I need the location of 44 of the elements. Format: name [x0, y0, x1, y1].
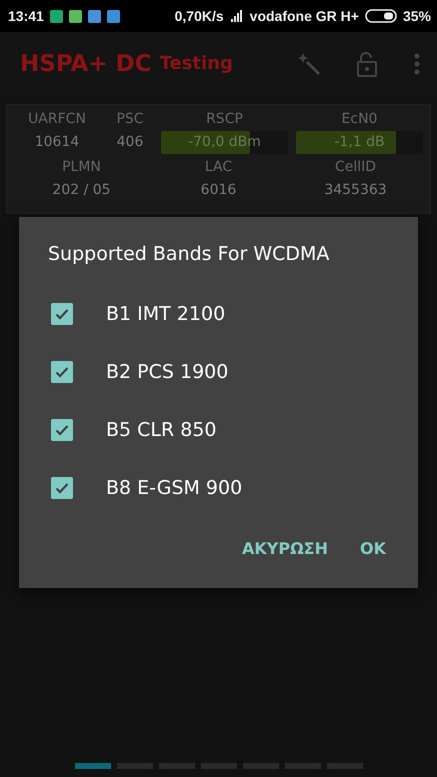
cell-value: 3455363 — [324, 181, 387, 200]
cell-value: 202 / 05 — [52, 181, 111, 200]
cell-value: 10614 — [34, 133, 80, 152]
meter-reading: -70,0 dBm — [187, 133, 262, 152]
page-indicator[interactable] — [326, 763, 362, 769]
column-label: PSC — [116, 111, 144, 127]
checkbox[interactable] — [51, 477, 73, 499]
option-label: B1 IMT 2100 — [106, 303, 226, 325]
app-subtitle: Testing — [160, 53, 233, 74]
signal-icon — [230, 9, 244, 23]
page-indicator[interactable] — [242, 763, 278, 769]
page-indicator[interactable] — [158, 763, 194, 769]
column-label: EcN0 — [342, 111, 378, 127]
network-speed: 0,70K/s — [174, 8, 224, 24]
page-indicator[interactable] — [200, 763, 236, 769]
app-title: HSPA+ DC — [20, 50, 152, 76]
notification-icon — [106, 10, 120, 22]
battery-icon — [364, 9, 397, 23]
column-label: UARFCN — [28, 111, 86, 127]
column-label: CellID — [334, 159, 376, 175]
checkbox[interactable] — [51, 419, 73, 441]
checkbox[interactable] — [51, 303, 73, 325]
option-label: B5 CLR 850 — [106, 419, 217, 441]
column-label: PLMN — [62, 159, 101, 175]
option-label: B2 PCS 1900 — [106, 361, 228, 383]
cancel-button[interactable]: ΑΚΥΡΩΣΗ — [232, 531, 338, 566]
clock: 13:41 — [8, 8, 44, 24]
carrier-name: vodafone GR H+ — [250, 8, 359, 24]
page-indicator[interactable] — [116, 763, 152, 769]
cell-value: 406 — [116, 133, 144, 152]
dialog-title: Supported Bands For WCDMA — [48, 243, 330, 265]
notification-icon — [68, 10, 82, 22]
column-label: RSCP — [206, 111, 243, 127]
option-label: B8 E-GSM 900 — [106, 477, 242, 499]
ok-button[interactable]: OK — [350, 531, 396, 566]
notification-icon — [50, 10, 63, 22]
checkbox[interactable] — [51, 361, 73, 383]
page-indicator[interactable] — [74, 763, 110, 769]
notification-icon — [88, 10, 101, 22]
cell-value: 6016 — [200, 181, 236, 200]
column-label: LAC — [204, 159, 232, 175]
page-indicator[interactable] — [284, 763, 320, 769]
meter-reading: -1,1 dB — [333, 133, 386, 152]
battery-percentage: 35% — [402, 8, 431, 24]
